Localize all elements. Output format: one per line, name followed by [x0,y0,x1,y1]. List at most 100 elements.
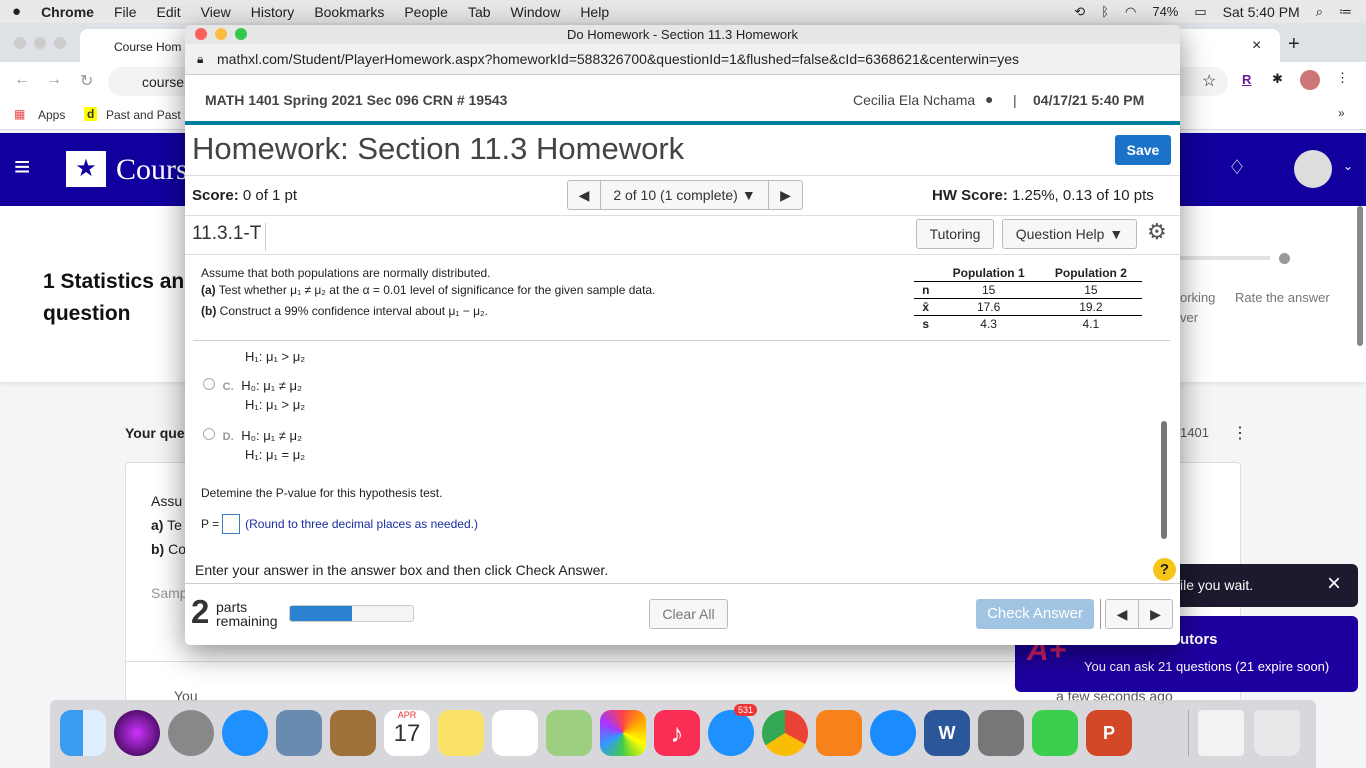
clock[interactable]: Sat 5:40 PM [1223,4,1300,20]
coursehero-logo[interactable]: Cours [116,153,188,187]
finder-icon[interactable] [60,710,106,756]
books-icon[interactable] [816,710,862,756]
back-icon[interactable]: ← [14,71,30,89]
user-icon: ● [985,91,994,107]
launchpad-icon[interactable] [168,710,214,756]
battery-icon[interactable]: ▭ [1194,4,1206,20]
apple-menu-icon[interactable]: ● [12,3,21,20]
contacts-icon[interactable] [330,710,376,756]
option-c[interactable]: C. H₀: μ₁ ≠ μ₂ H₁: μ₁ > μ₂ [203,377,305,414]
menu-file[interactable]: File [114,4,137,20]
spotlight-icon[interactable]: ⌕ [1316,4,1323,20]
check-answer-button[interactable]: Check Answer [976,599,1094,629]
help-icon[interactable]: ? [1153,558,1176,581]
content-scrollbar[interactable] [1161,421,1167,539]
preview-icon[interactable] [276,710,322,756]
option-d[interactable]: D. H₀: μ₁ ≠ μ₂ H₁: μ₁ = μ₂ [203,427,305,464]
next-question-button[interactable]: ▶ [769,180,803,210]
messages-icon[interactable]: 531 [708,704,758,756]
chrome-icon[interactable] [762,710,808,756]
new-tab-button[interactable]: + [1288,33,1300,56]
app-store-icon[interactable] [870,710,916,756]
page-scrollbar[interactable] [1357,206,1363,346]
battery-percent[interactable]: 74% [1152,4,1178,19]
prompt-b-text: Construct a 99% confidence interval abou… [216,304,489,318]
minimize-window-button[interactable] [215,28,227,40]
downloads-stack-icon[interactable] [1198,710,1244,756]
bookmark-star-icon[interactable]: ☆ [1202,71,1216,91]
time-machine-icon[interactable]: ⟲ [1074,4,1085,20]
tutoring-button[interactable]: Tutoring [916,219,994,249]
close-window-button[interactable] [195,28,207,40]
extension-r-icon[interactable]: R [1242,72,1251,87]
reminders-icon[interactable] [492,710,538,756]
menu-tab[interactable]: Tab [468,4,491,20]
facetime-icon[interactable] [1032,710,1078,756]
powerpoint-icon[interactable]: P [1086,710,1132,756]
question-prompt: Assume that both populations are normall… [201,265,655,320]
control-center-icon[interactable]: ≔ [1339,4,1352,20]
macos-dock: APR 17 ♪ 531 W P [50,700,1316,768]
settings-gear-icon[interactable]: ⚙ [1147,219,1167,245]
save-button[interactable]: Save [1115,135,1171,165]
more-options-icon[interactable]: ⋮ [1232,423,1248,443]
question-help-button[interactable]: Question Help ▼ [1002,219,1137,249]
table-row: x̄ 17.6 19.2 [914,298,1142,316]
notifications-icon[interactable]: ♢ [1228,155,1246,180]
forward-icon[interactable]: → [46,71,62,89]
safari-icon[interactable] [222,710,268,756]
chevron-down-icon[interactable]: ⌄ [1343,159,1353,173]
hw-score-label: HW Score: [932,187,1008,204]
header-datetime: 04/17/21 5:40 PM [1033,92,1145,108]
menu-help[interactable]: Help [580,4,609,20]
reload-icon[interactable]: ↻ [80,71,93,91]
chrome-menu-icon[interactable]: ⋮ [1336,70,1349,86]
bookmarks-overflow[interactable]: » [1338,106,1345,120]
parts-progress-bar [289,605,414,622]
hamburger-menu-icon[interactable]: ≡ [14,153,30,181]
previous-part-button[interactable]: ◀ [1105,599,1139,629]
bookmark-apps[interactable]: Apps [38,108,65,122]
menu-history[interactable]: History [251,4,295,20]
zoom-window-button[interactable] [235,28,247,40]
next-part-button[interactable]: ▶ [1139,599,1173,629]
popup-url[interactable]: mathxl.com/Student/PlayerHomework.aspx?h… [217,51,1019,67]
profile-avatar[interactable] [1300,70,1320,90]
wifi-icon[interactable]: ◠ [1125,4,1136,20]
music-icon[interactable]: ♪ [654,710,700,756]
trash-icon[interactable] [1254,710,1300,756]
photos-icon[interactable] [600,710,646,756]
word-icon[interactable]: W [924,710,970,756]
course-code: 1401 [1180,425,1209,440]
menu-view[interactable]: View [201,4,231,20]
menu-people[interactable]: People [404,4,448,20]
apps-icon[interactable]: ▦ [14,107,25,121]
menu-bookmarks[interactable]: Bookmarks [314,4,384,20]
hw-score-value: 1.25%, 0.13 of 10 pts [1007,187,1154,204]
option-h0: H₀: μ₁ ≠ μ₂ [241,428,303,443]
siri-icon[interactable] [114,710,160,756]
user-name[interactable]: Cecilia Ela Nchama [853,92,975,108]
clear-all-button[interactable]: Clear All [649,599,728,629]
user-avatar[interactable] [1294,150,1332,188]
question-selector[interactable]: 2 of 10 (1 complete) ▼ [601,180,769,210]
bluetooth-icon[interactable]: ᛒ [1101,4,1109,19]
notes-icon[interactable] [438,710,484,756]
maps-icon[interactable] [546,710,592,756]
system-preferences-icon[interactable] [978,710,1024,756]
option-c-radio[interactable] [203,378,215,390]
option-d-radio[interactable] [203,428,215,440]
p-value-input[interactable] [222,514,241,534]
extensions-icon[interactable]: ✱ [1272,71,1283,87]
menu-edit[interactable]: Edit [157,4,181,20]
card-line-2: Te [163,517,182,533]
previous-question-button[interactable]: ◀ [567,180,601,210]
calendar-icon[interactable]: APR 17 [384,710,430,756]
close-icon[interactable]: × [1327,570,1341,598]
menu-window[interactable]: Window [511,4,561,20]
table-header: Population 2 [1039,265,1142,282]
menu-app[interactable]: Chrome [41,4,94,20]
close-tab-icon[interactable]: × [1252,37,1261,55]
lock-icon: 🔒︎ [197,52,204,66]
bookmark-past[interactable]: Past and Past [106,108,181,122]
